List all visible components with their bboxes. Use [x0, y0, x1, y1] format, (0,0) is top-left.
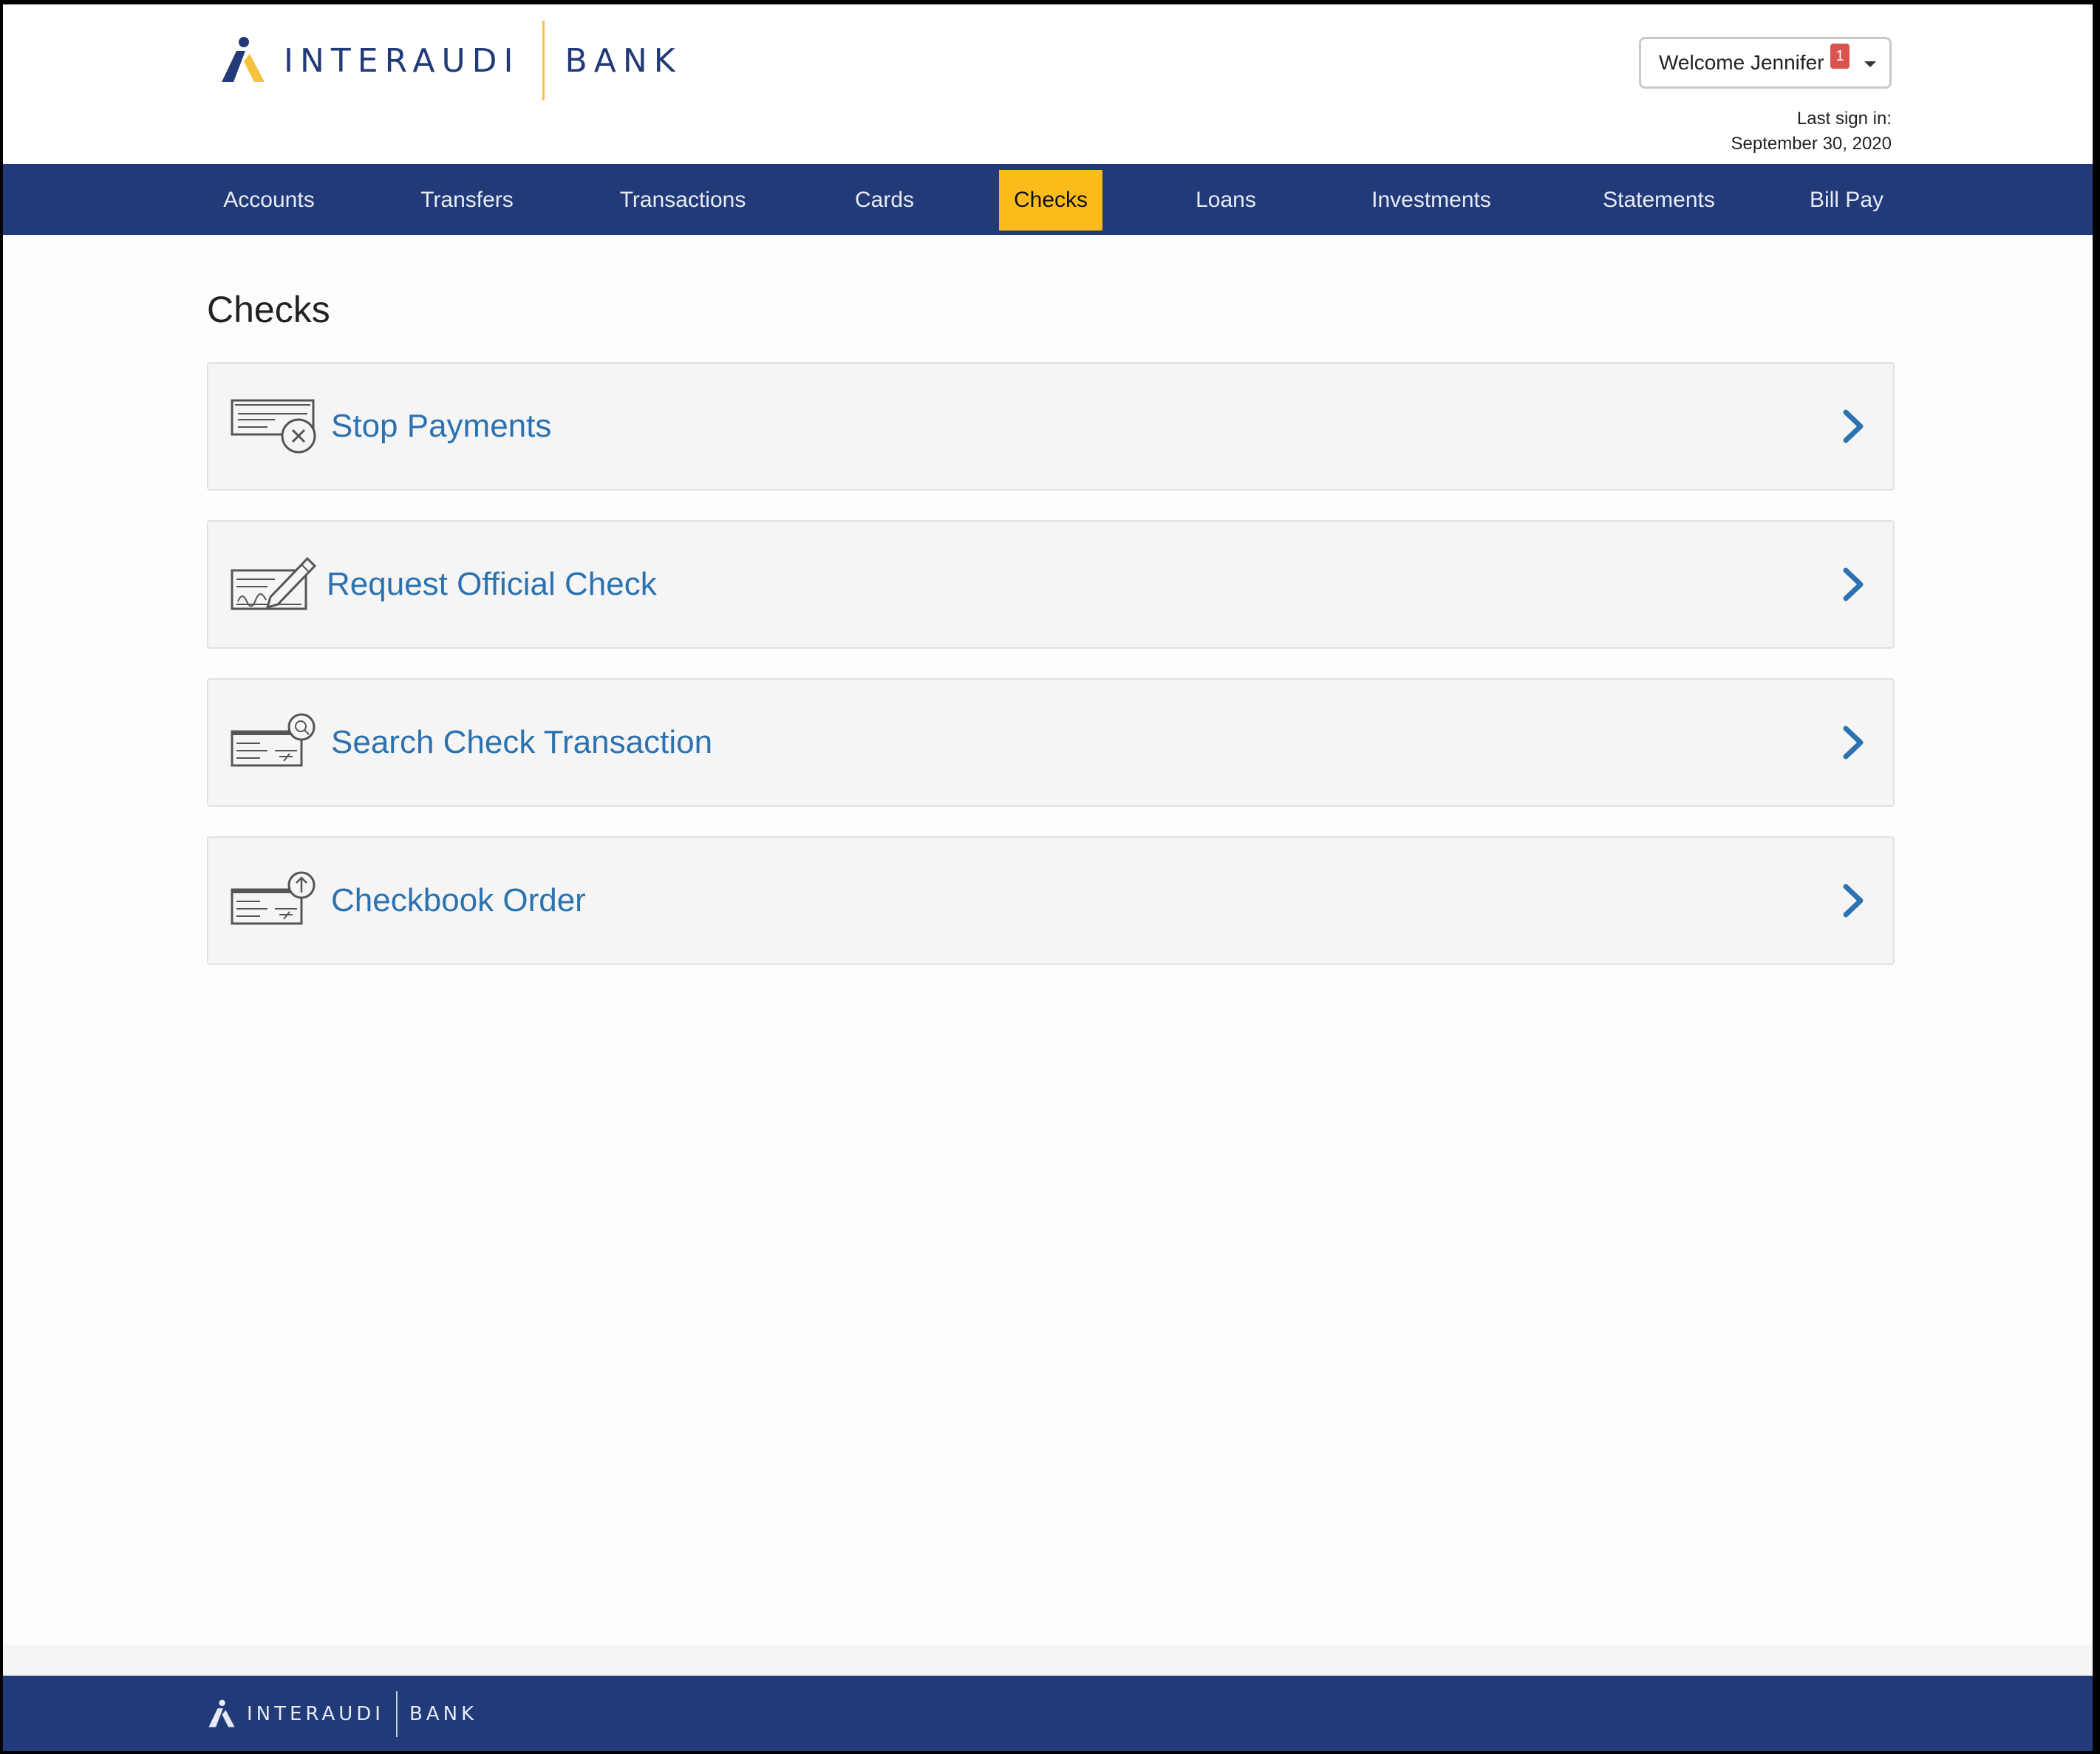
last-sign-in: Last sign in: September 30, 2020 — [1731, 106, 1892, 157]
nav-item-transfers[interactable]: Transfers — [405, 170, 529, 231]
nav-item-checks[interactable]: Checks — [999, 170, 1102, 231]
footer-logo[interactable]: INTERAUDI BANK — [207, 1690, 477, 1738]
browser-page: INTERAUDI BANK Welcome Jennifer 1 Last s… — [3, 4, 2093, 1751]
bank-logo[interactable]: INTERAUDI BANK — [219, 19, 682, 102]
nav-item-investments[interactable]: Investments — [1348, 170, 1515, 231]
last-sign-label: Last sign in: — [1796, 109, 1892, 129]
logo-divider — [542, 21, 545, 100]
user-menu-dropdown[interactable]: Welcome Jennifer 1 — [1639, 37, 1892, 89]
footer-logo-bank: BANK — [409, 1703, 478, 1725]
stop-payments-card[interactable]: Stop Payments — [207, 362, 1895, 491]
chevron-down-icon — [1864, 61, 1876, 67]
logo-bank-text: BANK — [565, 41, 682, 80]
logo-name-text: INTERAUDI — [284, 41, 520, 80]
interaudi-logo-mark-icon — [222, 37, 265, 82]
checkbook-order-card[interactable]: Checkbook Order — [207, 836, 1895, 965]
nav-item-statements[interactable]: Statements — [1581, 170, 1736, 231]
request-official-check-card[interactable]: Request Official Check — [207, 520, 1895, 649]
search-check-icon — [231, 713, 316, 767]
search-check-transaction-card[interactable]: Search Check Transaction — [207, 678, 1895, 807]
chevron-right-icon — [1843, 567, 1864, 601]
site-header: INTERAUDI BANK Welcome Jennifer 1 Last s… — [3, 4, 2093, 164]
notification-badge: 1 — [1830, 44, 1850, 69]
official-check-pen-icon — [231, 556, 317, 610]
nav-item-cards[interactable]: Cards — [836, 170, 933, 231]
site-footer: INTERAUDI BANK — [3, 1676, 2093, 1751]
nav-item-transactions[interactable]: Transactions — [603, 170, 763, 231]
main-nav: Accounts Transfers Transactions Cards Ch… — [3, 164, 2093, 235]
checkbook-order-label: Checkbook Order — [331, 882, 586, 918]
checkbook-order-icon — [231, 871, 316, 925]
footer-spacer — [3, 1645, 2093, 1676]
search-check-transaction-label: Search Check Transaction — [331, 724, 713, 760]
chevron-right-icon — [1843, 726, 1864, 760]
request-official-check-label: Request Official Check — [327, 566, 657, 602]
nav-item-loans[interactable]: Loans — [1178, 170, 1274, 231]
page-title: Checks — [207, 289, 330, 330]
stop-payment-check-icon — [231, 399, 316, 454]
chevron-right-icon — [1843, 884, 1864, 918]
footer-logo-name: INTERAUDI — [247, 1703, 384, 1725]
stop-payments-label: Stop Payments — [331, 408, 552, 444]
nav-item-accounts[interactable]: Accounts — [207, 170, 331, 231]
nav-item-bill-pay[interactable]: Bill Pay — [1799, 170, 1895, 231]
footer-logo-divider — [395, 1691, 398, 1737]
chevron-right-icon — [1843, 409, 1864, 443]
last-sign-date: September 30, 2020 — [1731, 134, 1892, 154]
welcome-label: Welcome Jennifer — [1659, 51, 1824, 74]
interaudi-logo-mark-icon — [208, 1699, 235, 1727]
